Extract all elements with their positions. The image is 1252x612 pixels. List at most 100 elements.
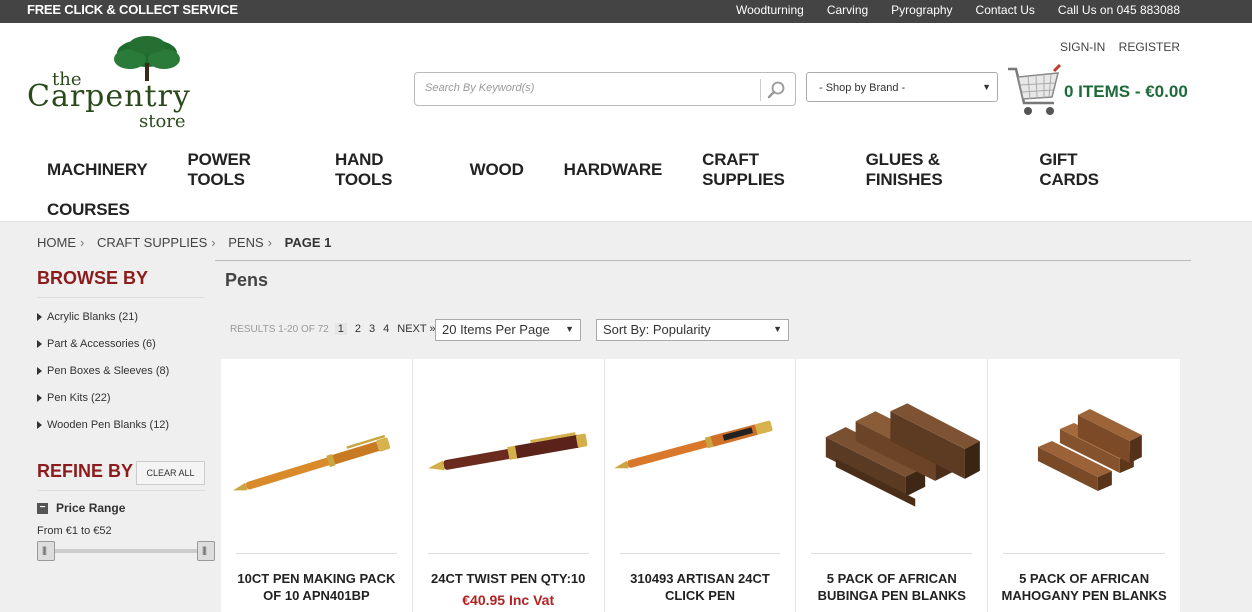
top-link-woodturning[interactable]: Woodturning — [736, 3, 804, 17]
slider-min-handle[interactable] — [37, 541, 55, 561]
shopping-cart-icon[interactable] — [1004, 63, 1064, 121]
refine-by-heading: REFINE BY — [37, 461, 134, 481]
card-divider — [1003, 553, 1165, 554]
promo-text: FREE CLICK & COLLECT SERVICE — [27, 2, 238, 17]
product-image-pen[interactable] — [221, 359, 412, 549]
page-link[interactable]: 2 — [355, 323, 361, 335]
category-label: Wooden Pen Blanks (12) — [47, 418, 170, 431]
sidebar-divider — [37, 297, 204, 298]
search-box[interactable]: Search By Keyword(s) — [414, 72, 796, 106]
category-item[interactable]: Part & Accessories (6) — [37, 330, 169, 357]
cart-summary[interactable]: 0 ITEMS - €0.00 — [1064, 82, 1188, 102]
category-list: Acrylic Blanks (21) Part & Accessories (… — [37, 303, 169, 438]
category-label: Part & Accessories (6) — [47, 337, 156, 350]
breadcrumb-separator: › — [211, 235, 216, 250]
page-link-current[interactable]: 1 — [334, 323, 347, 335]
caret-right-icon — [37, 366, 42, 375]
product-card[interactable]: 5 PACK OF AFRICAN BUBINGA PEN BLANKS — [796, 359, 989, 612]
logo-text-store: store — [139, 111, 186, 132]
top-link-carving[interactable]: Carving — [827, 3, 868, 17]
logo-text-carpentry: Carpentry — [27, 79, 191, 114]
product-grid: 10CT PEN MAKING PACK OF 10 APN401BP 24CT… — [221, 359, 1180, 612]
page-link[interactable]: 4 — [383, 323, 389, 335]
nav-item-machinery[interactable]: MACHINERY — [27, 160, 168, 180]
nav-item-wood[interactable]: WOOD — [450, 160, 544, 180]
nav-item-craft-supplies[interactable]: CRAFT SUPPLIES — [682, 150, 846, 190]
site-logo[interactable]: the Carpentry store — [27, 35, 227, 132]
top-link-phone[interactable]: Call Us on 045 883088 — [1058, 3, 1180, 17]
category-label: Acrylic Blanks (21) — [47, 310, 139, 323]
category-item[interactable]: Wooden Pen Blanks (12) — [37, 411, 169, 438]
top-bar: FREE CLICK & COLLECT SERVICE Woodturning… — [0, 0, 1252, 23]
register-link[interactable]: REGISTER — [1119, 40, 1180, 54]
slider-max-handle[interactable] — [197, 541, 215, 561]
page-link[interactable]: 3 — [369, 323, 375, 335]
category-label: Pen Kits (22) — [47, 391, 111, 404]
product-name[interactable]: 24CT TWIST PEN QTY:10 — [419, 570, 598, 587]
slider-track — [43, 549, 209, 553]
category-item[interactable]: Pen Kits (22) — [37, 384, 169, 411]
top-link-pyrography[interactable]: Pyrography — [891, 3, 952, 17]
product-image-pen[interactable] — [412, 359, 604, 549]
product-card[interactable]: 24CT TWIST PEN QTY:10 €40.95 Inc Vat — [412, 359, 605, 612]
breadcrumb-craft-supplies[interactable]: CRAFT SUPPLIES — [97, 235, 207, 250]
search-divider — [760, 79, 761, 101]
nav-item-courses[interactable]: COURSES — [27, 200, 150, 220]
sort-by-value: Sort By: Popularity — [603, 322, 711, 337]
clear-all-button[interactable]: CLEAR ALL — [136, 461, 205, 485]
top-links: Woodturning Carving Pyrography Contact U… — [713, 3, 1180, 17]
breadcrumb-home[interactable]: HOME — [37, 235, 76, 250]
product-price: €40.95 Inc Vat — [462, 592, 555, 608]
nav-item-hardware[interactable]: HARDWARE — [544, 160, 683, 180]
caret-right-icon — [37, 339, 42, 348]
search-input[interactable]: Search By Keyword(s) — [425, 82, 534, 94]
collapse-minus-icon: − — [37, 502, 48, 514]
breadcrumb: HOME › CRAFT SUPPLIES › PENS › PAGE 1 — [37, 235, 331, 250]
breadcrumb-separator: › — [267, 235, 272, 250]
product-card[interactable]: 310493 ARTISAN 24CT CLICK PEN — [604, 359, 797, 612]
next-page-link[interactable]: NEXT » — [397, 323, 435, 335]
shop-by-brand-select[interactable]: - Shop by Brand - ▼ — [806, 72, 998, 102]
price-slider[interactable] — [37, 541, 215, 561]
tree-logo-icon — [114, 36, 180, 81]
nav-item-glues-finishes[interactable]: GLUES & FINISHES — [846, 150, 1020, 190]
nav-item-power-tools[interactable]: POWER TOOLS — [168, 150, 316, 190]
product-name[interactable]: 5 PACK OF AFRICAN MAHOGANY PEN BLANKS — [994, 570, 1174, 604]
card-divider — [811, 553, 973, 554]
sign-in-link[interactable]: SIGN-IN — [1060, 40, 1105, 54]
product-name[interactable]: 5 PACK OF AFRICAN BUBINGA PEN BLANKS — [802, 570, 981, 604]
product-card[interactable]: 5 PACK OF AFRICAN MAHOGANY PEN BLANKS — [988, 359, 1180, 612]
brand-select-value: - Shop by Brand - — [819, 82, 906, 94]
items-per-page-value: 20 Items Per Page — [442, 322, 550, 337]
price-range-label: Price Range — [56, 501, 126, 515]
category-item[interactable]: Acrylic Blanks (21) — [37, 303, 169, 330]
nav-item-gift-cards[interactable]: GIFT CARDS — [1019, 150, 1147, 190]
page-title: Pens — [225, 270, 269, 290]
chevron-down-icon: ▼ — [773, 324, 782, 334]
account-links: SIGN-IN REGISTER — [1050, 40, 1180, 54]
top-link-contact[interactable]: Contact Us — [976, 3, 1035, 17]
search-icon[interactable] — [767, 80, 787, 100]
product-image-wood-blanks[interactable] — [988, 359, 1180, 549]
product-image-pen[interactable] — [604, 359, 796, 549]
caret-right-icon — [37, 420, 42, 429]
price-range-toggle[interactable]: − Price Range — [37, 501, 125, 515]
card-divider — [236, 553, 397, 554]
chevron-down-icon: ▼ — [982, 82, 991, 92]
breadcrumb-separator: › — [80, 235, 85, 250]
nav-item-hand-tools[interactable]: HAND TOOLS — [315, 150, 450, 190]
chevron-down-icon: ▼ — [565, 324, 574, 334]
breadcrumb-pens[interactable]: PENS — [228, 235, 263, 250]
caret-right-icon — [37, 393, 42, 402]
product-name[interactable]: 310493 ARTISAN 24CT CLICK PEN — [611, 570, 790, 604]
product-image-wood-blanks[interactable] — [796, 359, 988, 549]
breadcrumb-current: PAGE 1 — [284, 235, 332, 250]
category-item[interactable]: Pen Boxes & Sleeves (8) — [37, 357, 169, 384]
nav-row: MACHINERY POWER TOOLS HAND TOOLS WOOD HA… — [27, 150, 1147, 190]
product-card[interactable]: 10CT PEN MAKING PACK OF 10 APN401BP — [221, 359, 413, 612]
product-name[interactable]: 10CT PEN MAKING PACK OF 10 APN401BP — [227, 570, 406, 604]
sort-by-select[interactable]: Sort By: Popularity ▼ — [596, 319, 789, 341]
caret-right-icon — [37, 312, 42, 321]
header: the Carpentry store SIGN-IN REGISTER Sea… — [0, 23, 1252, 222]
items-per-page-select[interactable]: 20 Items Per Page ▼ — [435, 319, 581, 341]
